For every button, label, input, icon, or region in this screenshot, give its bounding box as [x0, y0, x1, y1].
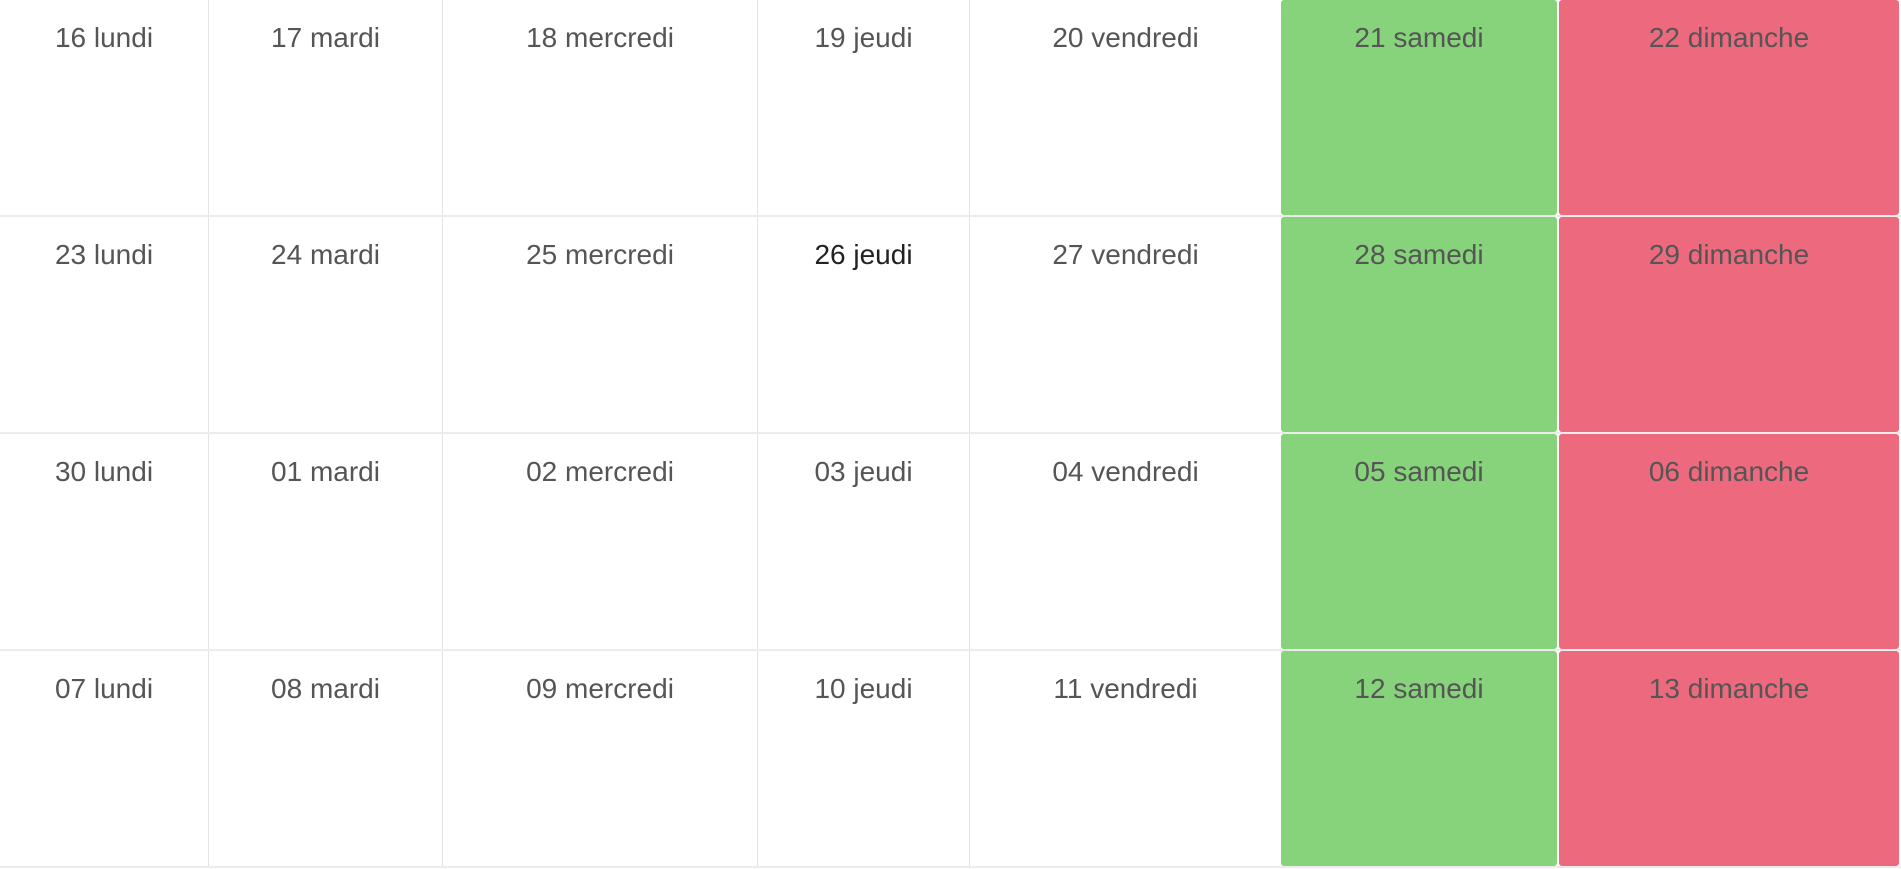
day-cell[interactable]: 18 mercredi — [443, 0, 758, 215]
day-cell[interactable]: 23 lundi — [0, 217, 209, 432]
day-label: 07 lundi — [54, 673, 154, 704]
day-label: 26 jeudi — [814, 239, 913, 270]
today-cell[interactable]: 26 jeudi — [758, 217, 970, 432]
day-cell[interactable]: 01 mardi — [209, 434, 443, 649]
day-label: 10 jeudi — [814, 673, 913, 704]
day-cell[interactable]: 10 jeudi — [758, 651, 970, 866]
day-label: 03 jeudi — [814, 456, 913, 487]
day-cell[interactable]: 20 vendredi — [970, 0, 1281, 215]
day-label: 08 mardi — [271, 673, 380, 704]
day-label: 21 samedi — [1354, 22, 1484, 53]
day-label: 02 mercredi — [526, 456, 674, 487]
sunday-cell[interactable]: 29 dimanche — [1559, 217, 1899, 432]
day-label: 05 samedi — [1354, 456, 1484, 487]
day-label: 13 dimanche — [1648, 673, 1810, 704]
day-cell[interactable]: 08 mardi — [209, 651, 443, 866]
day-cell[interactable]: 07 lundi — [0, 651, 209, 866]
calendar-month-grid: 16 lundi 17 mardi 18 mercredi 19 jeudi 2… — [0, 0, 1901, 869]
day-cell[interactable]: 24 mardi — [209, 217, 443, 432]
sunday-cell[interactable]: 13 dimanche — [1559, 651, 1899, 866]
saturday-cell[interactable]: 05 samedi — [1281, 434, 1557, 649]
day-cell[interactable]: 16 lundi — [0, 0, 209, 215]
day-label: 30 lundi — [54, 456, 154, 487]
sunday-cell[interactable]: 22 dimanche — [1559, 0, 1899, 215]
day-label: 01 mardi — [271, 456, 380, 487]
saturday-cell[interactable]: 12 samedi — [1281, 651, 1557, 866]
day-cell[interactable]: 11 vendredi — [970, 651, 1281, 866]
day-cell[interactable]: 17 mardi — [209, 0, 443, 215]
day-label: 19 jeudi — [814, 22, 913, 53]
day-cell[interactable]: 03 jeudi — [758, 434, 970, 649]
day-cell[interactable]: 02 mercredi — [443, 434, 758, 649]
day-label: 06 dimanche — [1648, 456, 1810, 487]
saturday-cell[interactable]: 21 samedi — [1281, 0, 1557, 215]
day-label: 25 mercredi — [526, 239, 674, 270]
day-label: 18 mercredi — [526, 22, 674, 53]
week-divider — [0, 866, 1901, 868]
day-cell[interactable]: 09 mercredi — [443, 651, 758, 866]
day-label: 12 samedi — [1354, 673, 1484, 704]
day-label: 28 samedi — [1354, 239, 1484, 270]
day-label: 17 mardi — [271, 22, 380, 53]
calendar-week-row: 23 lundi 24 mardi 25 mercredi 26 jeudi 2… — [0, 217, 1901, 432]
day-label: 20 vendredi — [1052, 22, 1199, 53]
day-label: 09 mercredi — [526, 673, 674, 704]
day-cell[interactable]: 30 lundi — [0, 434, 209, 649]
day-label: 24 mardi — [271, 239, 380, 270]
day-label: 11 vendredi — [1053, 673, 1198, 704]
day-cell[interactable]: 19 jeudi — [758, 0, 970, 215]
day-label: 22 dimanche — [1648, 22, 1810, 53]
calendar-week-row: 07 lundi 08 mardi 09 mercredi 10 jeudi 1… — [0, 651, 1901, 866]
day-cell[interactable]: 25 mercredi — [443, 217, 758, 432]
day-cell[interactable]: 04 vendredi — [970, 434, 1281, 649]
sunday-cell[interactable]: 06 dimanche — [1559, 434, 1899, 649]
saturday-cell[interactable]: 28 samedi — [1281, 217, 1557, 432]
day-label: 16 lundi — [54, 22, 154, 53]
day-label: 23 lundi — [54, 239, 154, 270]
day-label: 04 vendredi — [1052, 456, 1199, 487]
calendar-week-row: 30 lundi 01 mardi 02 mercredi 03 jeudi 0… — [0, 434, 1901, 649]
day-label: 27 vendredi — [1052, 239, 1199, 270]
day-cell[interactable]: 27 vendredi — [970, 217, 1281, 432]
calendar-week-row: 16 lundi 17 mardi 18 mercredi 19 jeudi 2… — [0, 0, 1901, 215]
day-label: 29 dimanche — [1648, 239, 1810, 270]
